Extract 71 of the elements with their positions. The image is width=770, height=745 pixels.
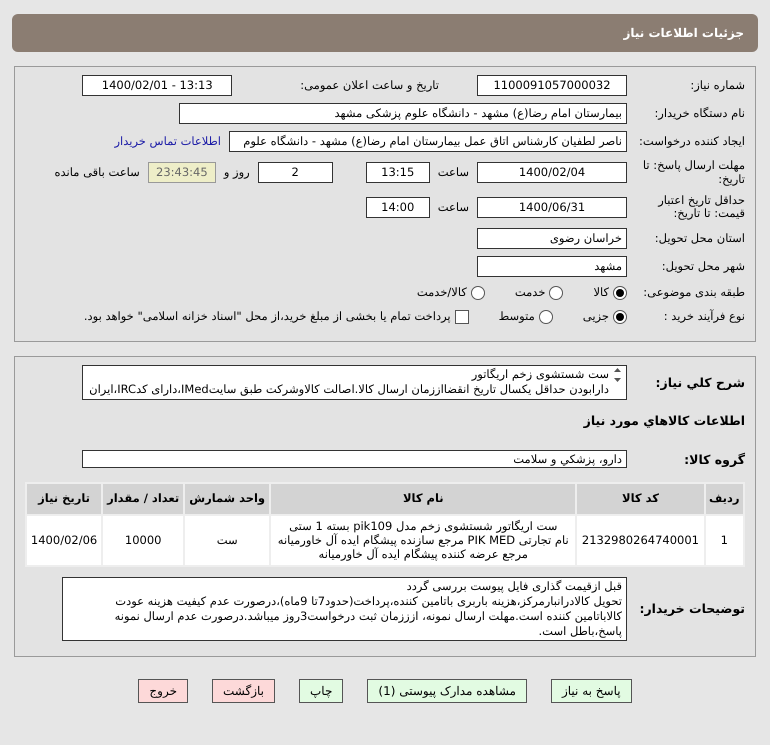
field-label: شهر محل تحویل: <box>660 260 745 274</box>
action-button[interactable]: چاپ <box>299 678 344 703</box>
column-header: نام کالا <box>270 483 576 515</box>
radio-button[interactable] <box>613 310 627 324</box>
radio-button[interactable] <box>538 310 553 324</box>
radio-button[interactable] <box>470 286 485 300</box>
field-label: ساعت باقی مانده <box>54 164 140 182</box>
table-cell: ست <box>184 514 270 566</box>
field-label: ساعت <box>438 164 469 182</box>
column-header: واحد شمارش <box>184 483 270 515</box>
option-label: کالا/خدمت <box>416 284 467 302</box>
notes-line: کالاباتامین کننده است.مهلت ارسال نمونه، ازززمان ثبت درخواست3روز میباشد.درصورت عدم ارسال نمونه <box>114 608 622 624</box>
field-label: حداقل تاریخ اعتبار قیمت: تا تاریخ: <box>656 194 745 222</box>
table-cell: 1400/02/06 <box>26 514 102 566</box>
action-button[interactable]: خروج <box>138 678 188 703</box>
page-title: جزئیات اطلاعات نیاز <box>623 25 744 42</box>
field-value: 1400/02/04 <box>477 162 627 184</box>
contact-link[interactable]: اطلاعات تماس خریدار <box>114 132 221 150</box>
notes-line: پاسخ،باطل است. <box>538 624 622 639</box>
field-value: 1100091057000032 <box>477 75 627 96</box>
section-heading: اطلاعات کالاهاي مورد نياز <box>584 412 745 430</box>
field-value: خراسان رضوی <box>477 228 627 250</box>
field-value: بیمارستان امام رضا(ع) مشهد - دانشگاه علوم پزشکی مشهد <box>179 103 627 124</box>
scroll-arrows-icon[interactable] <box>613 366 622 383</box>
column-header: ردیف <box>704 483 744 515</box>
description-line: ست شستشوی زخم اریگاتور <box>470 366 609 382</box>
field-label: نام دستگاه خریدار: <box>653 106 745 120</box>
field-label: نوع فرآیند خرید : <box>662 310 745 324</box>
field-label: شماره نیاز: <box>689 78 745 92</box>
field-label: مهلت ارسال پاسخ: تا تاریخ: <box>642 159 745 187</box>
field-value: 2 <box>258 162 333 184</box>
checkbox[interactable] <box>454 310 469 324</box>
field-label: روز و <box>224 164 250 182</box>
table-cell-text: ست اریگاتور شستشوی زخم مدل pik109 بسته 1 ستی <box>288 518 558 533</box>
field-label: توضیحات خریدار: <box>638 601 745 616</box>
field-label: طبقه بندی موضوعی: <box>642 286 745 300</box>
field-value: مشهد <box>477 256 627 278</box>
option-label: جزیی <box>582 308 609 326</box>
field-label: ایجاد کننده درخواست: <box>638 134 745 148</box>
field-value: 1400/02/01 - 13:13 <box>82 75 232 96</box>
column-header: تاریخ نیاز <box>26 483 102 515</box>
field-label: استان محل تحویل: <box>654 232 745 246</box>
notes-line: تحویل کالادرانبارمرکز،هزینه باربری باتامین کننده،پرداخت(حدود7تا 9ماه)،درصورت عدم کیفیت هزینه عودت <box>114 594 622 609</box>
action-button[interactable]: بازگشت <box>212 678 275 703</box>
field-value: 13:15 <box>366 162 430 184</box>
column-header: کد کالا <box>576 483 705 515</box>
table-cell-text: مرجع عرضه کننده پیشگام ایده آل خاورمیانه <box>318 547 529 562</box>
option-label: متوسط <box>498 308 535 326</box>
option-label: خدمت <box>514 284 546 302</box>
field-label: ساعت <box>438 198 469 216</box>
radio-button[interactable] <box>613 286 627 300</box>
table-cell-text: نام تجارتی PIK MED مرجع سازنده پیشگام ایده آل خاورمیانه <box>276 533 570 548</box>
notes-line: قبل ازقیمت گذاری فایل پیوست بررسی گردد <box>406 578 622 594</box>
option-label: کالا <box>593 284 609 302</box>
field-label: تاریخ و ساعت اعلان عمومی: <box>300 76 439 94</box>
action-button[interactable]: پاسخ به نیاز <box>550 678 632 703</box>
field-value: دارو، پزشکي و سلامت <box>82 450 627 468</box>
field-value: ناصر لطفیان کارشناس اتاق عمل بیمارستان امام رضا(ع) مشهد - دانشگاه علوم <box>229 131 627 152</box>
field-label: گروه کالا: <box>683 452 745 467</box>
table-cell: 10000 <box>102 514 184 566</box>
field-value: 1400/06/31 <box>477 196 627 218</box>
table-cell: 2132980264740001 <box>576 514 705 566</box>
description-line: دارابودن حداقل یکسال تاریخ انقضااززمان ارسال کالا.اصالت کالاوشرکت طبق سایتIMed،دارای کدIRC،ایران <box>89 382 609 398</box>
field-label: شرح کلي نياز: <box>654 374 745 390</box>
table-cell: 1 <box>704 514 744 566</box>
action-button[interactable]: مشاهده مدارک پیوستی (1) <box>367 678 527 703</box>
column-header: تعداد / مقدار <box>102 483 184 515</box>
radio-button[interactable] <box>549 286 564 300</box>
countdown-value: 23:43:45 <box>148 162 216 184</box>
checkbox-label: پرداخت تمام یا بخشی از مبلغ خرید،از محل "اسناد خزانه اسلامی" خواهد بود. <box>84 308 451 326</box>
field-value: 14:00 <box>366 196 430 218</box>
